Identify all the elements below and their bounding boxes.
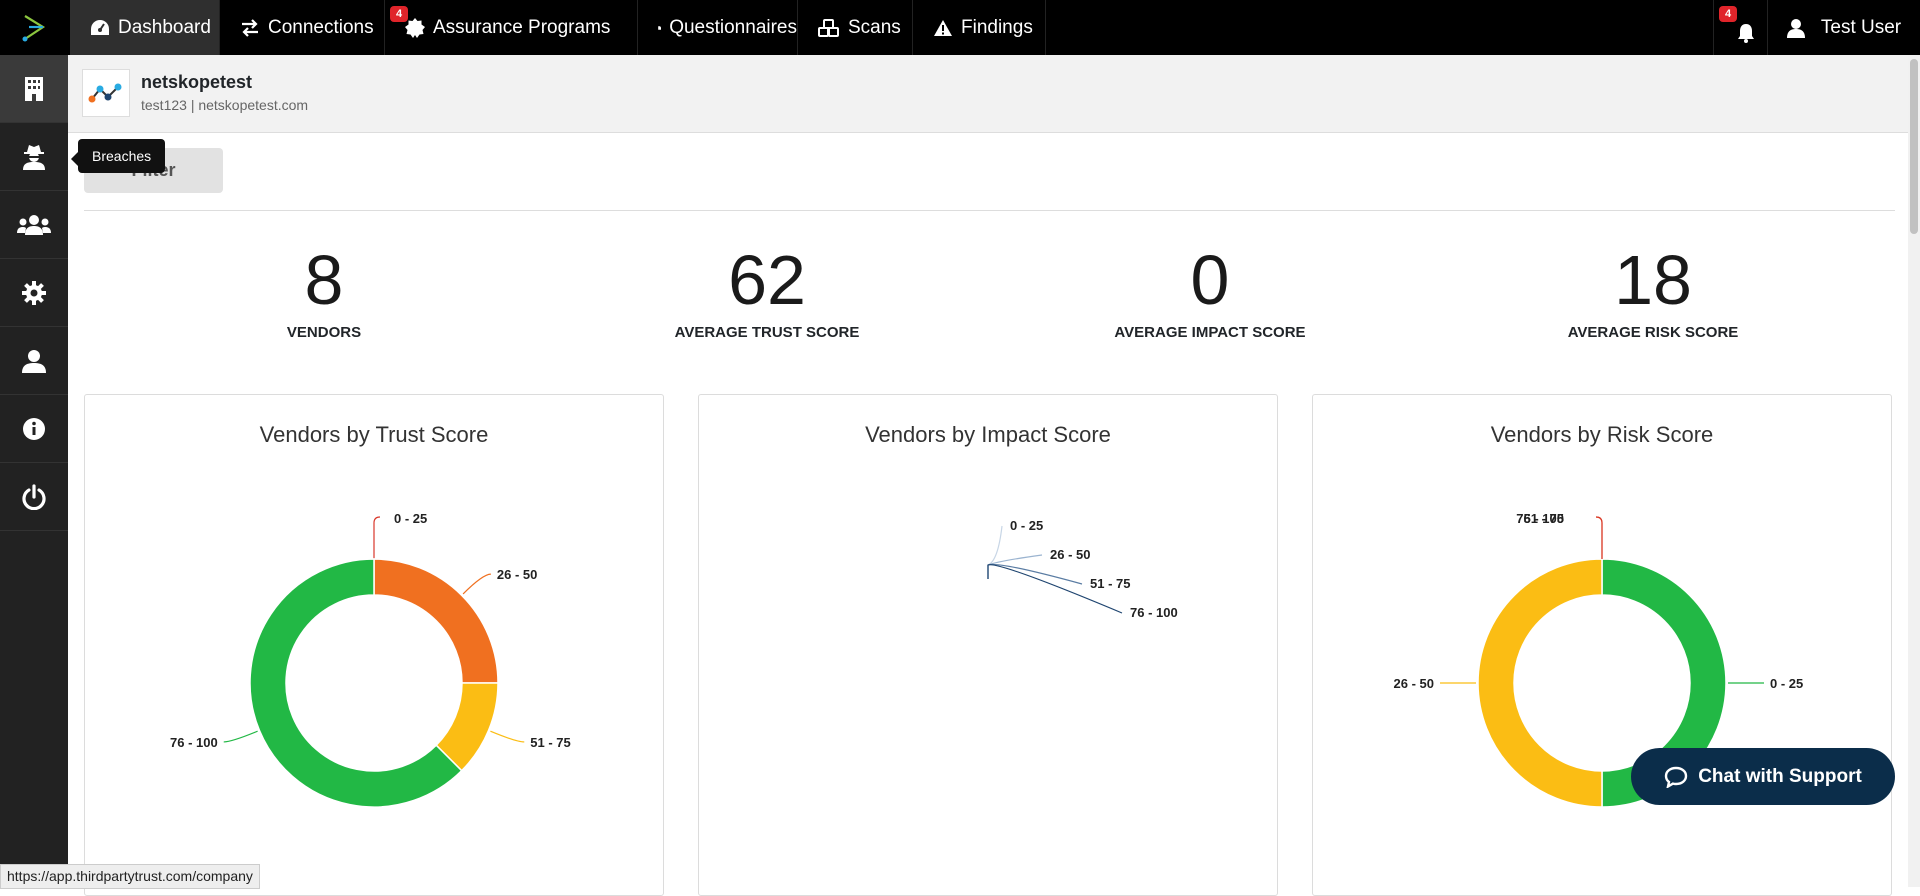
stat-label: AVERAGE IMPACT SCORE: [1114, 324, 1306, 341]
sidebar: [0, 55, 68, 887]
label-leader-line: [223, 730, 258, 743]
sidebar-item-settings[interactable]: [0, 259, 68, 327]
notifications-button[interactable]: 4: [1713, 0, 1768, 55]
notifications-badge: 4: [1719, 6, 1738, 22]
scrollbar-thumb[interactable]: [1910, 59, 1918, 234]
sidebar-item-users[interactable]: [0, 191, 68, 259]
building-icon: [25, 76, 43, 101]
gear-icon: [22, 280, 46, 305]
chat-bubble-icon: [1665, 766, 1688, 788]
stat-label: AVERAGE TRUST SCORE: [674, 324, 860, 341]
stat-label: VENDORS: [286, 324, 362, 341]
donut-slice-label: 76 - 100: [170, 735, 218, 750]
risk-score-donut-chart: 0 - 2526 - 5051 - 7576 - 100: [1394, 511, 1803, 808]
sidebar-item-info[interactable]: [0, 395, 68, 463]
sidebar-item-breaches[interactable]: [0, 123, 68, 191]
chat-with-support-button[interactable]: Chat with Support: [1631, 748, 1895, 805]
nav-assurance-programs[interactable]: 4 Assurance Programs: [385, 0, 638, 55]
dashboard-gauge-icon: [91, 19, 109, 35]
trust-score-chart-card: Vendors by Trust Score 0 - 25 26 - 50 51 -…: [84, 394, 664, 896]
label-leader-line: [490, 730, 525, 743]
donut-slice-label: 0 - 25: [394, 511, 427, 526]
exchange-arrows-icon: [242, 18, 258, 37]
donut-slice[interactable]: [1477, 558, 1603, 808]
trust-score-donut-chart: 0 - 25 26 - 50 51 - 75 76 - 100: [170, 511, 571, 808]
company-header: netskopetest test123 | netskopetest.com: [68, 55, 1908, 133]
stat-value: 62: [728, 241, 806, 319]
netskope-logo-icon: [88, 83, 122, 103]
stat-average-trust-score: 62 AVERAGE TRUST SCORE: [577, 240, 957, 341]
user-name: Test User: [1820, 16, 1902, 38]
nav-scans[interactable]: Scans: [798, 0, 913, 55]
nav-questionnaires[interactable]: Questionnaires: [638, 0, 798, 55]
app-logo[interactable]: [0, 0, 68, 55]
label-leader-line: [1595, 516, 1603, 559]
page-scrollbar[interactable]: [1908, 55, 1920, 887]
nav-assurance-label: Assurance Programs: [433, 16, 611, 38]
label-leader-line: [987, 525, 1003, 579]
donut-slice-label: 26 - 50: [497, 567, 537, 582]
info-icon: [23, 417, 45, 440]
stat-value: 18: [1614, 241, 1692, 319]
users-icon: [17, 214, 51, 235]
user-icon: [22, 349, 46, 373]
cubes-icon: [818, 18, 839, 37]
donut-slice-label: 76 - 100: [1130, 605, 1178, 620]
donut-slice-label: 51 - 75: [1090, 576, 1130, 591]
nav-findings-label: Findings: [961, 16, 1033, 38]
donut-slice-label: 0 - 25: [1770, 676, 1803, 691]
donut-slice-label: 51 - 75: [530, 735, 570, 750]
sidebar-item-company[interactable]: [0, 55, 68, 123]
label-leader-line: [373, 516, 381, 559]
impact-score-donut-chart: 0 - 25 26 - 5051 - 7576 - 100: [987, 518, 1178, 620]
donut-slice-label: 76 - 100: [1516, 511, 1564, 526]
stat-average-risk-score: 18 AVERAGE RISK SCORE: [1463, 240, 1843, 341]
document-icon: [658, 25, 662, 30]
company-name: netskopetest: [141, 72, 253, 92]
nav-connections-label: Connections: [268, 16, 374, 38]
label-leader-line: [462, 573, 491, 595]
donut-slice-label: 26 - 50: [1394, 676, 1434, 691]
label-leader-line: [1595, 516, 1603, 559]
stat-vendors: 8 VENDORS: [134, 240, 514, 341]
certificate-badge-icon: [405, 17, 425, 38]
donut-slice[interactable]: [373, 558, 499, 684]
nav-dashboard-label: Dashboard: [118, 16, 211, 38]
stat-value: 0: [1190, 241, 1230, 319]
power-icon: [22, 483, 46, 510]
sidebar-tooltip: Breaches: [70, 139, 166, 173]
nav-questionnaires-label: Questionnaires: [669, 16, 797, 38]
user-secret-icon: [23, 144, 45, 170]
sidebar-item-profile[interactable]: [0, 327, 68, 395]
section-divider: [84, 210, 1895, 211]
donut-slice-label: 26 - 50: [1050, 547, 1090, 562]
sidebar-item-logout[interactable]: [0, 463, 68, 531]
risk-score-chart-card: Vendors by Risk Score 0 - 25 26 - 50 51 - …: [1312, 394, 1892, 896]
stat-average-impact-score: 0 AVERAGE IMPACT SCORE: [1020, 240, 1400, 341]
bell-icon: [1737, 23, 1754, 43]
company-subtitle: test123 | netskopetest.com: [141, 97, 309, 113]
nav-findings[interactable]: Findings: [913, 0, 1046, 55]
nav-scans-label: Scans: [848, 16, 901, 38]
nav-dashboard[interactable]: Dashboard: [70, 0, 220, 55]
status-bar-url: https://app.thirdpartytrust.com/company: [0, 864, 260, 889]
impact-score-chart-card: Vendors by Impact Score 0 - 25 26 - 50 51 …: [698, 394, 1278, 896]
stat-value: 8: [304, 241, 344, 319]
nav-connections[interactable]: Connections: [220, 0, 385, 55]
company-logo: [82, 69, 130, 117]
top-navbar: Dashboard Connections 4 Assurance Progra…: [0, 0, 1920, 55]
donut-slice-label: 0 - 25: [1010, 518, 1043, 533]
stat-label: AVERAGE RISK SCORE: [1567, 324, 1739, 341]
logo-icon: [22, 14, 46, 41]
warning-icon: [934, 19, 952, 36]
user-menu[interactable]: Test User: [1780, 0, 1908, 55]
assurance-count-badge: 4: [390, 6, 409, 22]
user-icon: [1786, 18, 1805, 38]
chat-label: Chat with Support: [1698, 765, 1862, 787]
